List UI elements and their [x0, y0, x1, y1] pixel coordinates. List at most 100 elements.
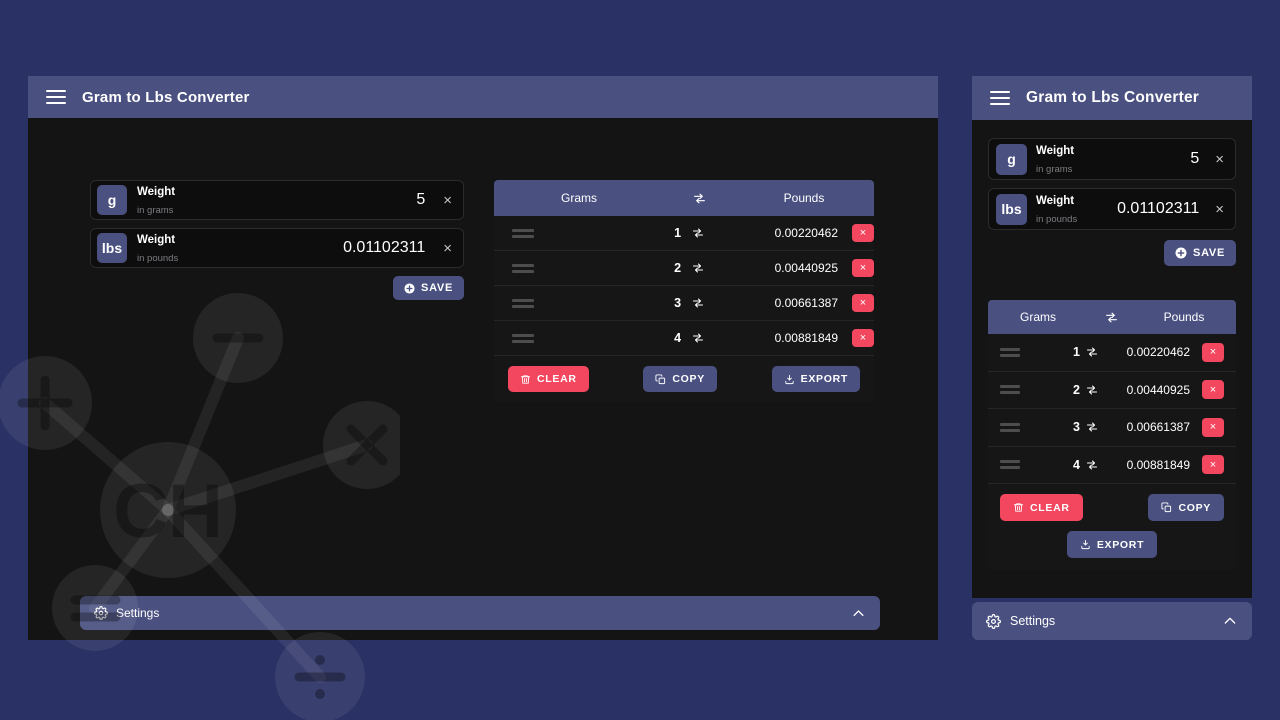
copy-button-label: COPY [672, 373, 705, 385]
unit-chip-pounds: lbs [996, 193, 1027, 225]
clear-button[interactable]: CLEAR [1000, 494, 1083, 521]
drag-handle-icon[interactable] [512, 333, 534, 343]
table-body: 1 0.00220462 × 2 0.00440925 × 3 0.006613… [988, 334, 1236, 484]
converter-grams-label: Weight [137, 186, 176, 198]
copy-icon [655, 373, 666, 385]
mobile-preview-panel: Gram to Lbs Converter g Weight in grams … [972, 76, 1252, 640]
copy-button[interactable]: COPY [643, 366, 717, 392]
drag-handle-icon[interactable] [1000, 422, 1020, 432]
table-header-row: Grams Pounds [988, 300, 1236, 334]
row-swap-icon[interactable] [681, 262, 715, 274]
watermark-node-divide [275, 632, 365, 720]
clear-button-label: CLEAR [537, 373, 577, 385]
converter-grams-value[interactable]: 5 [1190, 150, 1199, 168]
column-header-pounds: Pounds [1163, 310, 1205, 324]
row-swap-icon[interactable] [1080, 384, 1104, 396]
save-button[interactable]: SAVE [1164, 240, 1236, 266]
converter-inputs: g Weight in grams 5 × lbs Weight in poun… [90, 180, 464, 300]
delete-row-button[interactable]: × [852, 294, 874, 312]
save-button[interactable]: SAVE [393, 276, 464, 300]
cell-grams: 1 [1073, 345, 1080, 360]
chevron-up-icon[interactable] [1222, 613, 1238, 629]
page-title: Gram to Lbs Converter [82, 88, 250, 106]
table-row[interactable]: 2 0.00440925 × [494, 251, 874, 286]
unit-chip-pounds: lbs [97, 233, 127, 263]
cell-pounds: 0.00661387 [1126, 420, 1190, 435]
save-button-label: SAVE [1193, 247, 1225, 259]
converter-row-pounds[interactable]: lbs Weight in pounds 0.01102311 × [988, 188, 1236, 230]
drag-handle-icon[interactable] [512, 228, 534, 238]
copy-button[interactable]: COPY [1148, 494, 1224, 521]
converter-pounds-value[interactable]: 0.01102311 [343, 239, 425, 257]
cell-pounds: 0.00440925 [774, 261, 838, 275]
clear-pounds-icon[interactable]: × [443, 241, 452, 256]
table-row[interactable]: 2 0.00440925 × [988, 372, 1236, 409]
cell-grams: 3 [674, 296, 682, 310]
table-actions: CLEAR COPY EXPORT [494, 356, 874, 402]
hamburger-icon[interactable] [990, 90, 1010, 106]
desktop-preview-panel: Gram to Lbs Converter g Weight in grams … [28, 76, 938, 640]
export-button[interactable]: EXPORT [1066, 531, 1158, 558]
drag-handle-icon[interactable] [512, 263, 534, 273]
delete-row-button[interactable]: × [852, 259, 874, 277]
converter-row-grams[interactable]: g Weight in grams 5 × [90, 180, 464, 220]
app-screenshot: Gram to Lbs Converter g Weight in grams … [0, 0, 1280, 720]
table-row[interactable]: 3 0.00661387 × [988, 409, 1236, 447]
converter-grams-value[interactable]: 5 [416, 191, 425, 209]
converter-pounds-value[interactable]: 0.01102311 [1117, 200, 1199, 218]
table-body: 1 0.00220462 × 2 0.00440925 × 3 0.006613… [494, 216, 874, 356]
converter-row-grams[interactable]: g Weight in grams 5 × [988, 138, 1236, 180]
delete-row-button[interactable]: × [1202, 342, 1224, 362]
plus-circle-icon [404, 282, 415, 294]
save-button-label: SAVE [421, 282, 453, 294]
delete-row-button[interactable]: × [852, 224, 874, 242]
drag-handle-icon[interactable] [1000, 385, 1020, 395]
converter-pounds-labels: Weight in pounds [137, 230, 333, 266]
drag-handle-icon[interactable] [1000, 460, 1020, 470]
cell-pounds: 0.00661387 [774, 296, 838, 310]
converter-row-pounds[interactable]: lbs Weight in pounds 0.01102311 × [90, 228, 464, 268]
swap-columns-icon[interactable] [664, 192, 734, 205]
cell-pounds: 0.00440925 [1126, 382, 1190, 397]
row-swap-icon[interactable] [1080, 459, 1104, 471]
download-icon [784, 374, 795, 385]
settings-bar[interactable]: Settings [972, 602, 1252, 640]
delete-row-button[interactable]: × [1202, 417, 1224, 437]
table-row[interactable]: 3 0.00661387 × [494, 286, 874, 321]
unit-chip-grams: g [996, 143, 1027, 175]
settings-bar[interactable]: Settings [80, 596, 880, 630]
delete-row-button[interactable]: × [1202, 455, 1224, 475]
clear-pounds-icon[interactable]: × [1215, 202, 1224, 217]
delete-row-button[interactable]: × [1202, 380, 1224, 400]
cell-grams: 4 [674, 331, 682, 345]
converter-pounds-label: Weight [137, 234, 176, 246]
converter-grams-sublabel: in grams [137, 205, 174, 216]
table-row[interactable]: 1 0.00220462 × [494, 216, 874, 251]
unit-chip-grams: g [97, 185, 127, 215]
mobile-app-bar: Gram to Lbs Converter [972, 76, 1252, 120]
hamburger-icon[interactable] [46, 89, 66, 105]
drag-handle-icon[interactable] [512, 298, 534, 308]
drag-handle-icon[interactable] [1000, 347, 1020, 357]
row-swap-icon[interactable] [681, 332, 715, 344]
cell-pounds: 0.00220462 [774, 226, 838, 240]
row-swap-icon[interactable] [681, 297, 715, 309]
export-button-label: EXPORT [1096, 538, 1145, 551]
clear-grams-icon[interactable]: × [443, 193, 452, 208]
cell-grams: 2 [674, 261, 682, 275]
chevron-up-icon[interactable] [851, 606, 866, 621]
table-row[interactable]: 4 0.00881849 × [988, 447, 1236, 484]
clear-button[interactable]: CLEAR [508, 366, 589, 392]
settings-label: Settings [1010, 614, 1056, 628]
clear-grams-icon[interactable]: × [1215, 152, 1224, 167]
row-swap-icon[interactable] [1080, 421, 1104, 433]
row-swap-icon[interactable] [1080, 346, 1104, 358]
converter-grams-label: Weight [1036, 145, 1075, 157]
swap-columns-icon[interactable] [1088, 311, 1134, 324]
table-row[interactable]: 1 0.00220462 × [988, 334, 1236, 372]
converter-pounds-sublabel: in pounds [1036, 214, 1078, 225]
row-swap-icon[interactable] [681, 227, 715, 239]
table-row[interactable]: 4 0.00881849 × [494, 321, 874, 356]
delete-row-button[interactable]: × [852, 329, 874, 347]
export-button[interactable]: EXPORT [771, 366, 860, 392]
